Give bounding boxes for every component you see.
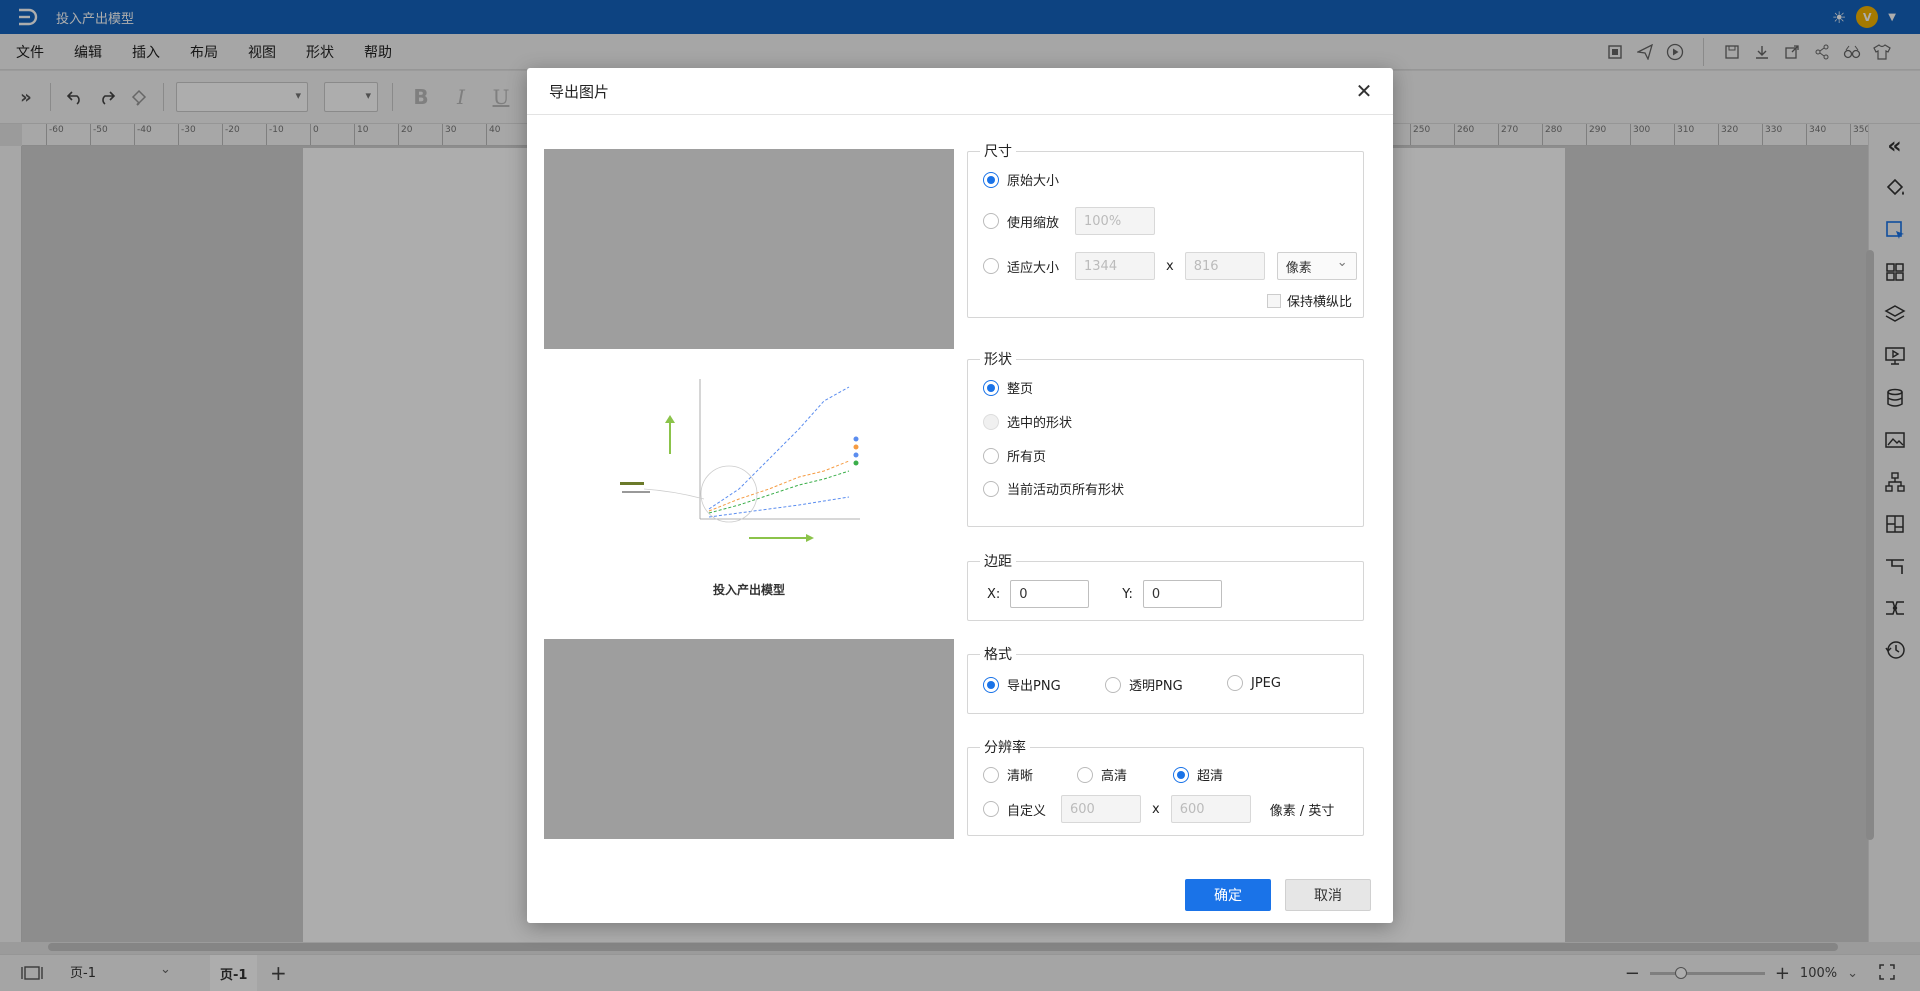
- format-transparent-label: 透明PNG: [1129, 679, 1183, 694]
- res-uhd-label: 超清: [1197, 769, 1224, 784]
- shape-selected-option[interactable]: 选中的形状: [983, 412, 1072, 431]
- preview-diagram-thumbnail: [620, 379, 860, 542]
- keep-ratio-checkbox[interactable]: [1267, 293, 1281, 308]
- margin-y-label: Y:: [1122, 586, 1133, 602]
- shape-current-all-radio[interactable]: [983, 480, 999, 497]
- format-transparent-option[interactable]: 透明PNG: [1105, 675, 1183, 694]
- confirm-button[interactable]: 确定: [1185, 879, 1271, 911]
- res-custom-radio[interactable]: [983, 801, 999, 817]
- res-clear-option[interactable]: 清晰: [983, 765, 1033, 784]
- keep-ratio-label: 保持横纵比: [1287, 295, 1353, 310]
- format-jpeg-option[interactable]: JPEG: [1227, 675, 1281, 691]
- margin-row: X: 0 Y: 0: [987, 580, 1222, 608]
- shape-current-all-label: 当前活动页所有形状: [1007, 483, 1125, 498]
- res-custom-label: 自定义: [1007, 803, 1047, 819]
- res-hd-label: 高清: [1101, 769, 1128, 784]
- size-unit-select[interactable]: 像素: [1276, 252, 1357, 280]
- size-fit-option[interactable]: 适应大小 1344 x 816 像素: [983, 252, 1357, 280]
- shape-selected-radio[interactable]: [983, 413, 999, 430]
- res-uhd-radio[interactable]: [1173, 766, 1189, 783]
- res-custom-option[interactable]: 自定义 600 x 600 像素 / 英寸: [983, 795, 1334, 823]
- keep-ratio-option[interactable]: 保持横纵比: [1267, 291, 1352, 310]
- dialog-title: 导出图片: [549, 82, 610, 101]
- format-png-radio[interactable]: [983, 676, 999, 693]
- size-unit-value: 像素: [1285, 260, 1312, 276]
- res-width-input[interactable]: 600: [1061, 795, 1141, 823]
- shape-whole-page-label: 整页: [1007, 382, 1034, 397]
- res-times: x: [1152, 801, 1160, 817]
- res-clear-radio[interactable]: [983, 766, 999, 783]
- fit-width-input[interactable]: 1344: [1075, 252, 1155, 280]
- format-png-label: 导出PNG: [1007, 679, 1061, 694]
- export-image-dialog: 导出图片 ✕ 投入产出模型 尺寸 原始大小 使用缩放 100% 适应大小 134…: [527, 68, 1393, 923]
- shape-all-pages-label: 所有页: [1007, 450, 1047, 465]
- format-legend: 格式: [984, 647, 1012, 663]
- size-fit-radio[interactable]: [983, 258, 999, 274]
- shape-selected-label: 选中的形状: [1007, 416, 1073, 431]
- preview-page: 投入产出模型: [544, 349, 954, 639]
- dialog-header: 导出图片 ✕: [527, 68, 1393, 115]
- format-jpeg-label: JPEG: [1251, 675, 1281, 691]
- shape-legend: 形状: [984, 352, 1012, 368]
- res-hd-option[interactable]: 高清: [1077, 765, 1127, 784]
- size-times: x: [1166, 258, 1174, 274]
- margin-legend: 边距: [984, 554, 1012, 570]
- scale-input[interactable]: 100%: [1075, 207, 1155, 235]
- preview-title: 投入产出模型: [712, 583, 785, 597]
- shape-whole-page-radio[interactable]: [983, 379, 999, 396]
- size-legend: 尺寸: [984, 144, 1012, 160]
- export-preview: 投入产出模型: [544, 149, 954, 839]
- size-scale-label: 使用缩放: [1007, 215, 1060, 231]
- size-original-option[interactable]: 原始大小: [983, 170, 1059, 189]
- format-jpeg-radio[interactable]: [1227, 675, 1243, 691]
- shape-whole-page-option[interactable]: 整页: [983, 378, 1033, 397]
- shape-all-pages-radio[interactable]: [983, 447, 999, 464]
- size-original-radio[interactable]: [983, 171, 999, 188]
- margin-y-input[interactable]: 0: [1142, 580, 1222, 608]
- resolution-legend: 分辨率: [984, 740, 1026, 756]
- res-height-input[interactable]: 600: [1170, 795, 1251, 823]
- shape-group: 形状: [967, 349, 1364, 527]
- margin-x-input[interactable]: 0: [1010, 580, 1090, 608]
- format-transparent-radio[interactable]: [1105, 676, 1121, 693]
- cancel-button[interactable]: 取消: [1285, 879, 1371, 911]
- size-scale-option[interactable]: 使用缩放 100%: [983, 207, 1155, 235]
- shape-all-pages-option[interactable]: 所有页: [983, 446, 1046, 465]
- res-hd-radio[interactable]: [1077, 766, 1093, 783]
- size-original-label: 原始大小: [1007, 174, 1060, 189]
- size-scale-radio[interactable]: [983, 213, 999, 229]
- close-icon[interactable]: ✕: [1353, 79, 1375, 103]
- res-unit-label: 像素 / 英寸: [1269, 803, 1335, 819]
- margin-x-label: X:: [987, 586, 1001, 602]
- format-png-option[interactable]: 导出PNG: [983, 675, 1061, 694]
- size-fit-label: 适应大小: [1007, 260, 1060, 276]
- res-clear-label: 清晰: [1007, 769, 1034, 784]
- fit-height-input[interactable]: 816: [1184, 252, 1265, 280]
- shape-current-all-option[interactable]: 当前活动页所有形状: [983, 479, 1124, 498]
- res-uhd-option[interactable]: 超清: [1173, 765, 1223, 784]
